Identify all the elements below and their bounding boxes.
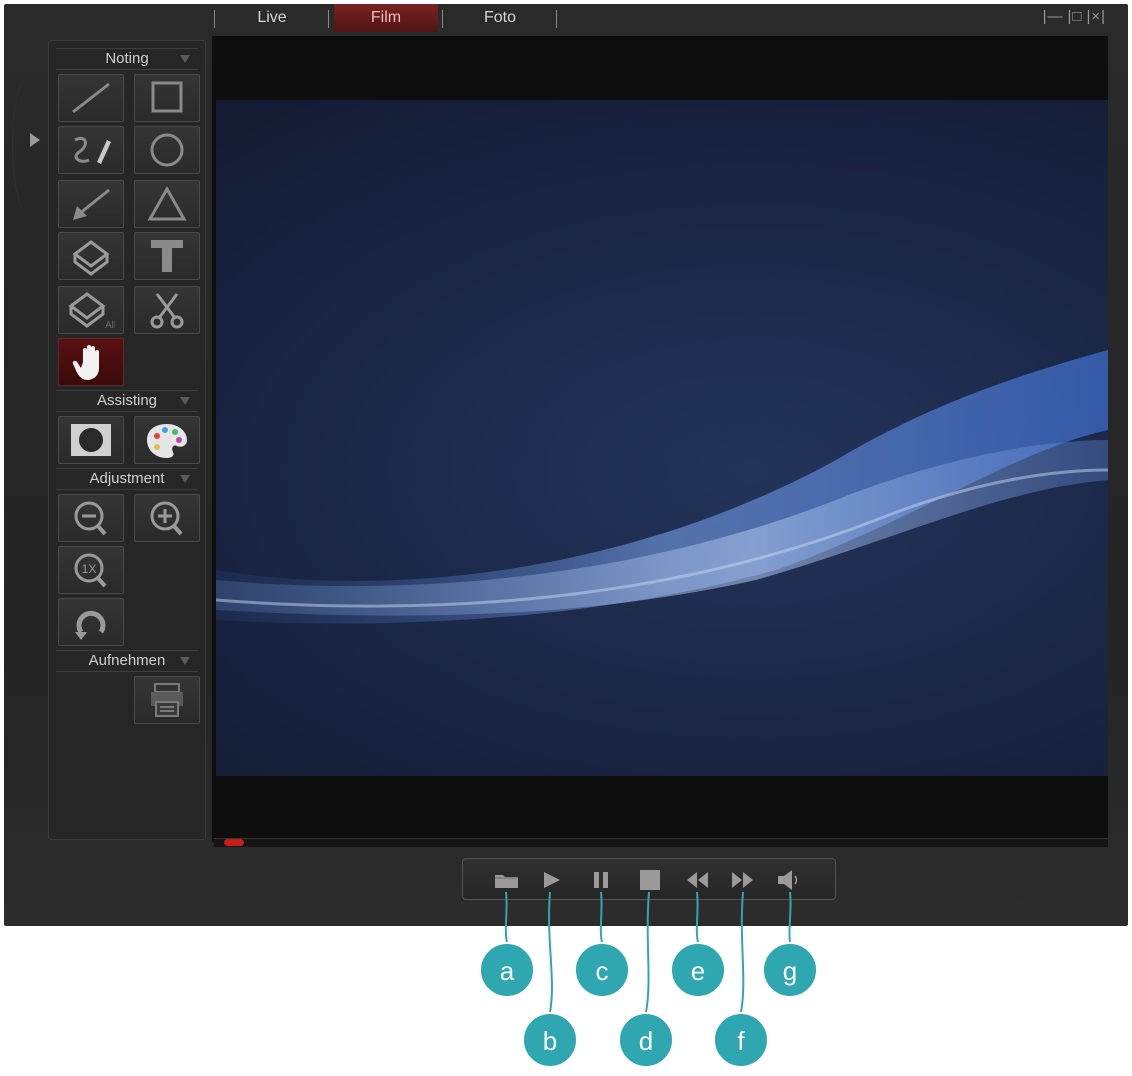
- play-button[interactable]: [536, 868, 566, 892]
- arrow-icon: [73, 188, 110, 220]
- open-file-button[interactable]: [492, 868, 522, 892]
- volume-button[interactable]: [774, 868, 804, 892]
- spotlight-tool-button[interactable]: [58, 416, 124, 464]
- hand-icon: [72, 345, 99, 380]
- eraser-all-icon: All: [68, 292, 115, 330]
- color-palette-button[interactable]: [134, 416, 200, 464]
- callout-a: a: [479, 942, 535, 998]
- dropdown-arrow-icon: [180, 657, 190, 665]
- zoom-reset-button[interactable]: 1X: [58, 546, 124, 594]
- tab-foto[interactable]: Foto: [450, 4, 550, 32]
- close-icon[interactable]: |×|: [1086, 8, 1106, 25]
- section-aufnehmen[interactable]: Aufnehmen: [56, 650, 198, 672]
- section-noting[interactable]: Noting: [56, 48, 198, 70]
- fast-forward-button[interactable]: [728, 868, 758, 892]
- circle-tool-button[interactable]: [134, 126, 200, 174]
- rewind-button[interactable]: [682, 868, 712, 892]
- tab-separator: [214, 10, 215, 28]
- zoom-out-button[interactable]: [58, 494, 124, 542]
- folder-icon: [495, 875, 518, 888]
- seek-knob[interactable]: [224, 839, 244, 846]
- rewind-icon: [687, 872, 708, 888]
- freehand-pencil-icon: [74, 137, 111, 164]
- tab-separator: [556, 10, 557, 28]
- print-capture-button[interactable]: [134, 676, 200, 724]
- zoom-in-button[interactable]: [134, 494, 200, 542]
- speaker-icon: [778, 870, 798, 890]
- palette-icon: [147, 424, 187, 458]
- zoom-in-icon: [150, 501, 183, 536]
- circle-icon: [150, 133, 184, 167]
- rotate-button[interactable]: [58, 598, 124, 646]
- pause-icon: [594, 872, 608, 888]
- line-tool-button[interactable]: [58, 74, 124, 122]
- expand-panel-arrow-icon[interactable]: [30, 133, 40, 147]
- dropdown-arrow-icon: [180, 397, 190, 405]
- tab-separator: [328, 10, 329, 28]
- rotate-icon: [75, 610, 106, 640]
- text-t-icon: [151, 240, 183, 272]
- section-title: Adjustment: [89, 470, 165, 487]
- zoom-out-icon: [74, 501, 107, 536]
- play-icon: [544, 872, 560, 888]
- callout-g: g: [762, 942, 818, 998]
- eraser-tool-button[interactable]: [58, 232, 124, 280]
- line-icon: [72, 82, 110, 114]
- section-title: Assisting: [96, 392, 158, 409]
- zoom-reset-label: 1X: [82, 562, 97, 576]
- eraser-icon: [72, 240, 110, 276]
- zoom-1x-icon: 1X: [74, 553, 107, 588]
- pause-button[interactable]: [586, 868, 616, 892]
- dropdown-arrow-icon: [180, 475, 190, 483]
- triangle-icon: [147, 185, 187, 221]
- callout-c: c: [574, 942, 630, 998]
- wallpaper-image: [216, 350, 1108, 624]
- rectangle-tool-button[interactable]: [134, 74, 200, 122]
- dropdown-arrow-icon: [180, 55, 190, 63]
- tab-separator: [442, 10, 443, 28]
- section-title: Aufnehmen: [88, 652, 166, 669]
- scissors-icon: [150, 293, 184, 329]
- fast-forward-icon: [732, 872, 753, 888]
- erase-all-tool-button[interactable]: All: [58, 286, 124, 334]
- seek-bar[interactable]: [214, 838, 1108, 847]
- stop-icon: [640, 870, 660, 890]
- section-adjustment[interactable]: Adjustment: [56, 468, 198, 490]
- callout-f: f: [713, 1012, 769, 1068]
- printer-icon: [151, 683, 183, 717]
- window-controls: |— |□ |×|: [1041, 8, 1108, 25]
- video-frame[interactable]: [216, 100, 1108, 776]
- tab-bar: Live Film Foto |— |□ |×|: [0, 0, 1124, 32]
- text-tool-button[interactable]: [134, 232, 200, 280]
- tab-live[interactable]: Live: [222, 4, 322, 32]
- arrow-tool-button[interactable]: [58, 180, 124, 228]
- triangle-tool-button[interactable]: [134, 180, 200, 228]
- section-title: Noting: [105, 50, 149, 67]
- cut-tool-button[interactable]: [134, 286, 200, 334]
- stop-button[interactable]: [634, 868, 664, 892]
- section-assisting[interactable]: Assisting: [56, 390, 198, 412]
- tab-film[interactable]: Film: [334, 4, 438, 32]
- rectangle-icon: [151, 81, 183, 113]
- hand-pan-tool-button[interactable]: [58, 338, 124, 386]
- spotlight-icon: [71, 424, 111, 456]
- eraser-all-label: All: [105, 320, 115, 330]
- freehand-tool-button[interactable]: [58, 126, 124, 174]
- minimize-icon[interactable]: |—: [1043, 8, 1064, 25]
- maximize-icon[interactable]: |□: [1067, 8, 1082, 25]
- callout-b: b: [522, 1012, 578, 1068]
- callout-e: e: [670, 942, 726, 998]
- callout-d: d: [618, 1012, 674, 1068]
